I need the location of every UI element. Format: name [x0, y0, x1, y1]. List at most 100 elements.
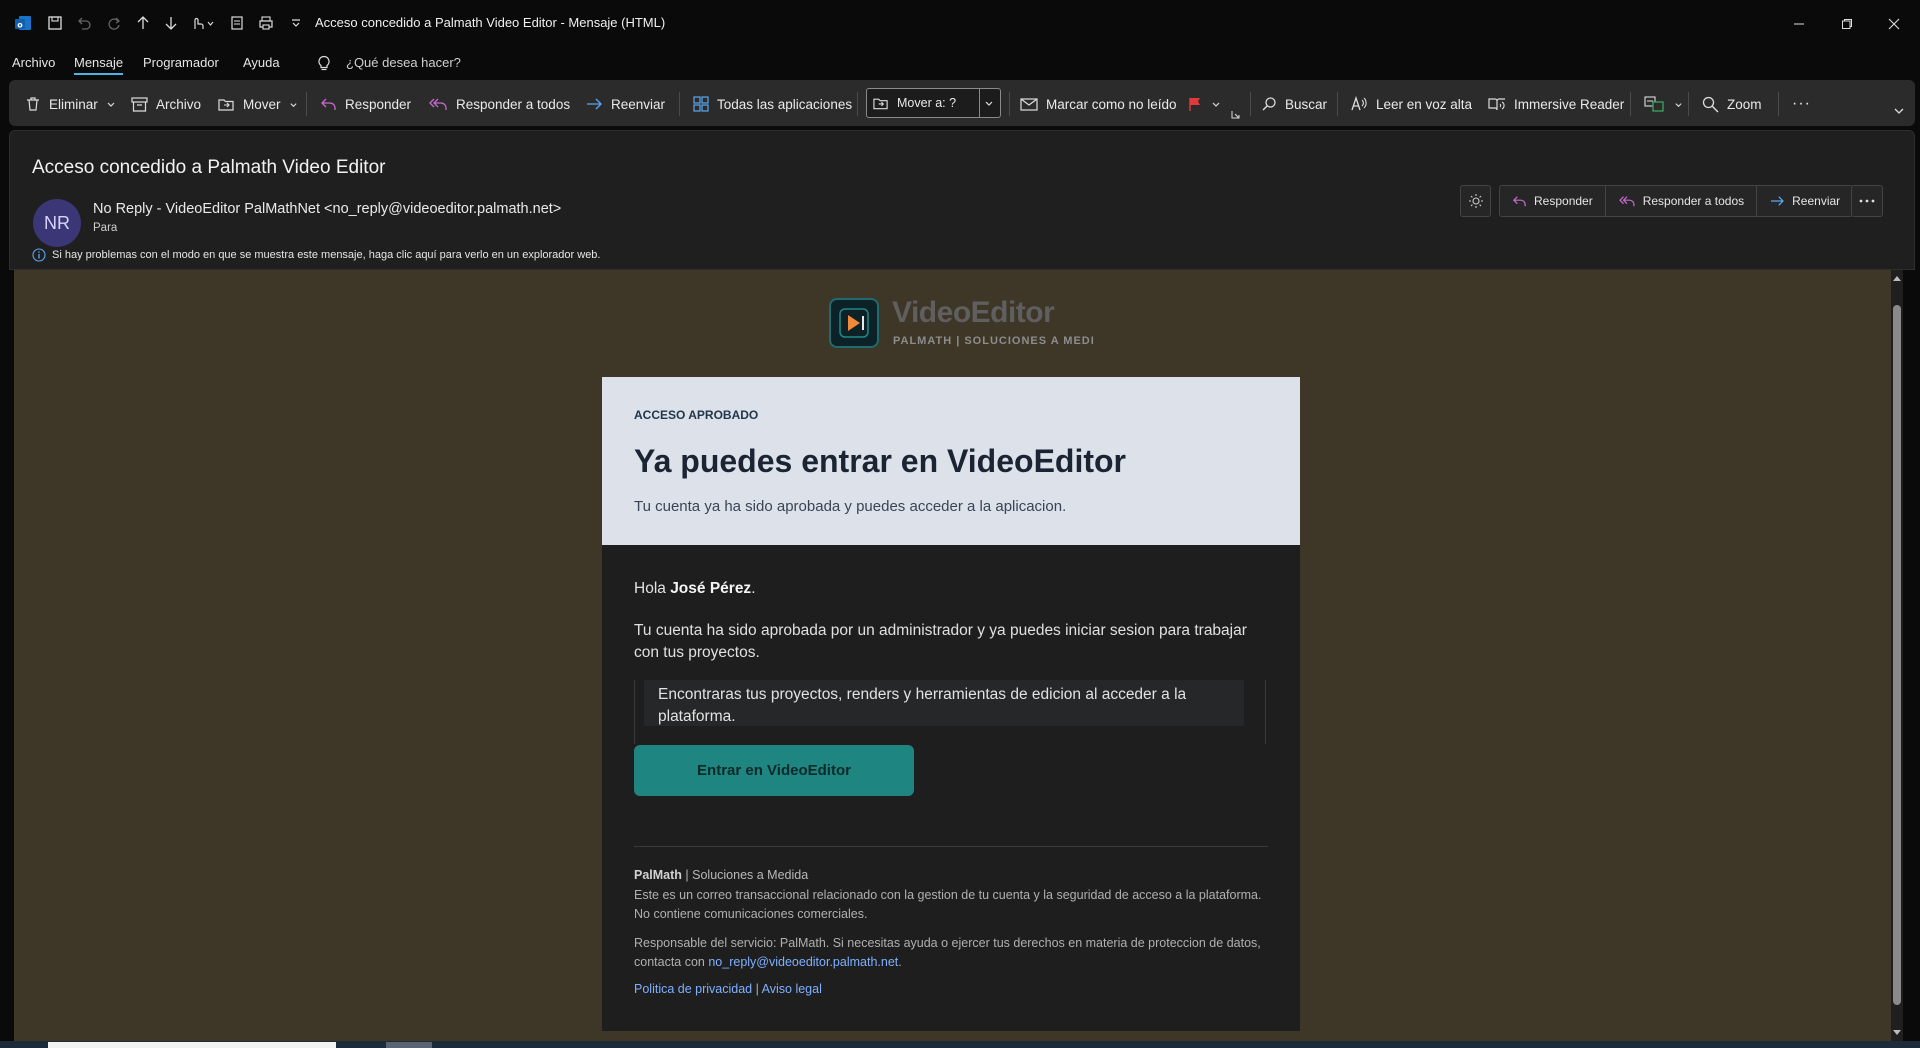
touch-mode-icon[interactable] — [188, 13, 216, 33]
reply-all-icon — [1618, 195, 1635, 206]
reply-icon — [1513, 195, 1526, 206]
reply-all-icon — [429, 98, 447, 110]
logo-title: VideoEditor — [892, 296, 1055, 329]
menu-mensaje[interactable]: Mensaje — [74, 55, 124, 75]
message-actions: Responder Responder a todos Reenviar — [1499, 185, 1854, 217]
search-button[interactable]: Buscar — [1261, 93, 1327, 115]
move-label: Mover — [243, 96, 281, 112]
move-icon — [218, 99, 234, 111]
callout-text: Encontraras tus proyectos, renders y her… — [658, 686, 1187, 725]
ribbon-divider — [306, 92, 307, 116]
zoom-button[interactable]: Zoom — [1702, 93, 1762, 115]
ribbon-divider — [857, 92, 858, 116]
next-item-icon[interactable] — [161, 13, 181, 33]
customize-toolbar-icon[interactable] — [286, 13, 306, 33]
info-icon — [32, 248, 46, 262]
footer-brand-line: PalMath | Soluciones a Medida — [634, 868, 809, 882]
forward-label: Reenviar — [611, 96, 666, 112]
contact-email-link[interactable]: no_reply@videoeditor.palmath.net — [708, 955, 898, 969]
archive-icon — [131, 96, 148, 112]
outlook-icon: o — [13, 13, 33, 33]
reply-button[interactable]: Responder — [320, 93, 411, 115]
flag-button[interactable] — [1187, 93, 1221, 115]
translate-icon — [1644, 96, 1664, 112]
header-reply-button[interactable]: Responder — [1500, 186, 1606, 216]
previous-item-icon[interactable] — [133, 13, 153, 33]
ellipsis-icon — [1859, 199, 1875, 203]
minimize-button[interactable] — [1785, 10, 1813, 38]
logo-subtitle: PALMATH | SOLUCIONES A MEDI — [893, 335, 1095, 347]
footer-links: Politica de privacidad | Aviso legal — [634, 982, 822, 996]
email-lead: Tu cuenta ya ha sido aprobada y puedes a… — [634, 498, 1067, 515]
undo-icon[interactable] — [74, 13, 94, 33]
reply-all-button[interactable]: Responder a todos — [428, 93, 570, 115]
archive-button[interactable]: Archivo — [131, 93, 201, 115]
greeting: Hola José Pérez. — [634, 580, 756, 597]
read-aloud-button[interactable]: Leer en voz alta — [1350, 93, 1472, 115]
zoom-label: Zoom — [1727, 96, 1762, 112]
window-title: Acceso concedido a Palmath Video Editor … — [315, 15, 666, 30]
forward-arrow-icon — [1771, 196, 1784, 206]
forward-arrow-icon — [587, 98, 602, 110]
delete-button[interactable]: Eliminar — [25, 93, 116, 115]
save-icon[interactable] — [45, 13, 65, 33]
move-button[interactable]: Mover — [218, 93, 298, 115]
more-commands-button[interactable]: ··· — [1792, 93, 1811, 115]
immersive-reader-icon — [1488, 98, 1505, 111]
forward-button[interactable]: Reenviar — [585, 93, 665, 115]
archive-label: Archivo — [156, 96, 202, 112]
email-paragraph: Tu cuenta ha sido aprobada por un admini… — [634, 622, 1247, 661]
ribbon-expand-icon[interactable] — [1893, 106, 1905, 116]
header-reply-all-label: Responder a todos — [1642, 194, 1745, 208]
ribbon-divider — [1009, 92, 1010, 116]
ribbon-divider — [1688, 92, 1689, 116]
message-subject: Acceso concedido a Palmath Video Editor — [32, 157, 386, 178]
scroll-down-icon[interactable] — [1892, 1029, 1902, 1037]
menu-ayuda[interactable]: Ayuda — [243, 55, 280, 70]
footer-brand: PalMath — [634, 868, 682, 882]
privacy-policy-link[interactable]: Politica de privacidad — [634, 982, 752, 996]
restore-button[interactable] — [1833, 10, 1861, 38]
footer-responsible: Responsable del servicio: PalMath. Si ne… — [634, 936, 1261, 969]
avatar[interactable]: NR — [33, 199, 81, 247]
print-icon[interactable] — [256, 13, 276, 33]
header-reply-all-button[interactable]: Responder a todos — [1606, 186, 1758, 216]
enter-videoeditor-button[interactable]: Entrar en VideoEditor — [634, 745, 914, 796]
print-preview-icon[interactable] — [227, 13, 247, 33]
translate-button[interactable] — [1644, 93, 1683, 115]
close-button[interactable] — [1880, 10, 1908, 38]
sun-icon — [1468, 194, 1483, 208]
immersive-reader-button[interactable]: Immersive Reader — [1488, 93, 1624, 115]
scrollbar-thumb[interactable] — [1893, 305, 1901, 1005]
menu-bar: Archivo Mensaje Programador Ayuda ¿Qué d… — [0, 50, 1920, 76]
chevron-down-icon — [1675, 102, 1682, 107]
all-apps-button[interactable]: Todas las aplicaciones — [693, 93, 852, 115]
dialog-launcher-icon[interactable] — [1231, 110, 1240, 119]
ribbon: Eliminar Archivo Mover Responder Respond… — [9, 80, 1915, 126]
svg-text:o: o — [17, 21, 23, 30]
reply-label: Responder — [345, 96, 412, 112]
sender-address[interactable]: No Reply - VideoEditor PalMathNet <no_re… — [93, 201, 561, 217]
tell-me-search[interactable]: ¿Qué desea hacer? — [346, 55, 461, 70]
browser-view-text: Si hay problemas con el modo en que se m… — [52, 249, 601, 261]
more-actions-button[interactable] — [1851, 185, 1883, 217]
read-aloud-icon — [1351, 96, 1367, 111]
legal-notice-link[interactable]: Aviso legal — [762, 982, 822, 996]
menu-archivo[interactable]: Archivo — [12, 55, 55, 70]
ribbon-divider — [1337, 92, 1338, 116]
move-to-dropdown[interactable]: Mover a: ? — [866, 88, 1001, 118]
apps-grid-icon — [693, 96, 709, 112]
mark-unread-button[interactable]: Marcar como no leído — [1020, 93, 1177, 115]
immersive-reader-label: Immersive Reader — [1514, 96, 1625, 112]
scroll-up-icon[interactable] — [1892, 274, 1902, 282]
move-to-label: Mover a: ? — [897, 96, 957, 110]
header-forward-button[interactable]: Reenviar — [1757, 186, 1852, 216]
menu-programador[interactable]: Programador — [143, 55, 219, 70]
recipient-name: José Pérez — [670, 580, 752, 597]
theme-toggle-button[interactable] — [1460, 185, 1491, 217]
chevron-down-icon — [107, 102, 115, 107]
search-icon — [1262, 97, 1276, 111]
browser-view-notice[interactable]: Si hay problemas con el modo en que se m… — [32, 248, 601, 262]
title-bar: o Acceso concedido a Palmath Video Edito… — [0, 0, 1920, 46]
redo-icon[interactable] — [104, 13, 124, 33]
